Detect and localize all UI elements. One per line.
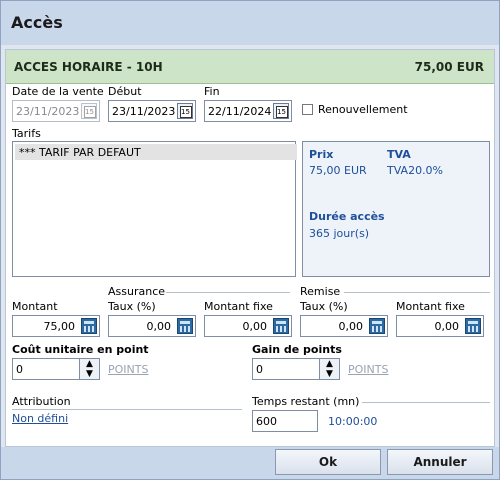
tarifs-list[interactable]: *** TARIF PAR DEFAUT	[12, 141, 297, 277]
sale-date-field: 23/11/2023	[12, 100, 100, 122]
calculator-icon[interactable]	[465, 318, 481, 334]
attribution-label: Attribution	[12, 395, 71, 408]
spinner-icon[interactable]: ▲ ▼	[79, 359, 99, 379]
cout-value: 0	[16, 363, 23, 376]
sale-date-label: Date de la vente	[12, 85, 104, 98]
list-item[interactable]: *** TARIF PAR DEFAUT	[15, 144, 297, 160]
tarifs-label: Tarifs	[12, 127, 41, 140]
ass-taux-value: 0,00	[146, 320, 172, 333]
start-date-label: Début	[108, 85, 142, 98]
temps-field[interactable]: 600	[252, 410, 318, 432]
ass-fixe-field[interactable]: 0,00	[204, 315, 292, 337]
calculator-icon[interactable]	[273, 318, 289, 334]
window-title: Accès	[11, 13, 63, 32]
end-date-value: 22/11/2024	[208, 105, 272, 118]
product-price: 75,00 EUR	[414, 60, 484, 74]
end-date-field[interactable]: 22/11/2024	[204, 100, 292, 122]
remise-group-label: Remise	[300, 285, 341, 298]
rem-fixe-label: Montant fixe	[396, 300, 465, 313]
tva-value: TVA20.0%	[387, 164, 444, 177]
rem-taux-value: 0,00	[338, 320, 364, 333]
renew-checkbox[interactable]	[302, 104, 313, 115]
duree-label: Durée accès	[309, 210, 385, 223]
attribution-divider	[12, 409, 242, 410]
main-panel: ACCES HORAIRE - 10H 75,00 EUR Date de la…	[5, 49, 495, 447]
assurance-divider	[166, 292, 290, 293]
montant-field[interactable]: 75,00	[12, 315, 100, 337]
temps-label: Temps restant (mn)	[252, 395, 360, 408]
gain-field[interactable]: 0 ▲ ▼	[252, 358, 340, 380]
ass-taux-field[interactable]: 0,00	[108, 315, 196, 337]
rem-taux-field[interactable]: 0,00	[300, 315, 388, 337]
spinner-icon[interactable]: ▲ ▼	[319, 359, 339, 379]
start-date-field[interactable]: 23/11/2023	[108, 100, 196, 122]
temps-display: 10:00:00	[328, 415, 378, 428]
prix-value: 75,00 EUR	[309, 164, 367, 177]
assurance-group-label: Assurance	[108, 285, 166, 298]
montant-label: Montant	[12, 300, 58, 313]
calculator-icon[interactable]	[177, 318, 193, 334]
gain-points-link[interactable]: POINTS	[348, 363, 388, 376]
sale-date-value: 23/11/2023	[16, 105, 80, 118]
cout-points-link[interactable]: POINTS	[108, 363, 148, 376]
end-date-label: Fin	[204, 85, 220, 98]
product-name: ACCES HORAIRE - 10H	[14, 60, 163, 74]
calculator-icon[interactable]	[369, 318, 385, 334]
info-box: Prix TVA 75,00 EUR TVA20.0% Durée accès …	[302, 141, 490, 277]
renew-label: Renouvellement	[318, 103, 408, 116]
ok-button[interactable]: Ok	[275, 449, 381, 475]
duree-value: 365 jour(s)	[309, 227, 370, 240]
cout-label: Coût unitaire en point	[12, 343, 149, 356]
remise-divider	[344, 292, 490, 293]
title-bar: Accès	[1, 1, 499, 45]
gain-label: Gain de points	[252, 343, 342, 356]
ass-fixe-value: 0,00	[242, 320, 268, 333]
prix-label: Prix	[309, 148, 334, 161]
product-banner: ACCES HORAIRE - 10H 75,00 EUR	[6, 50, 494, 84]
tva-label: TVA	[387, 148, 411, 161]
calendar-icon[interactable]	[177, 103, 193, 119]
temps-value: 600	[256, 415, 277, 428]
rem-fixe-value: 0,00	[434, 320, 460, 333]
cout-field[interactable]: 0 ▲ ▼	[12, 358, 100, 380]
montant-value: 75,00	[43, 320, 76, 333]
cancel-button[interactable]: Annuler	[387, 449, 493, 475]
calculator-icon[interactable]	[81, 318, 97, 334]
button-bar: Ok Annuler	[1, 447, 499, 479]
ass-taux-label: Taux (%)	[108, 300, 156, 313]
dialog-window: Accès ACCES HORAIRE - 10H 75,00 EUR Date…	[0, 0, 500, 480]
temps-divider	[362, 402, 490, 403]
start-date-value: 23/11/2023	[112, 105, 176, 118]
rem-fixe-field[interactable]: 0,00	[396, 315, 484, 337]
calendar-icon[interactable]	[273, 103, 289, 119]
attribution-link[interactable]: Non défini	[12, 412, 68, 425]
calendar-icon	[81, 103, 97, 119]
ass-fixe-label: Montant fixe	[204, 300, 273, 313]
gain-value: 0	[256, 363, 263, 376]
rem-taux-label: Taux (%)	[300, 300, 348, 313]
